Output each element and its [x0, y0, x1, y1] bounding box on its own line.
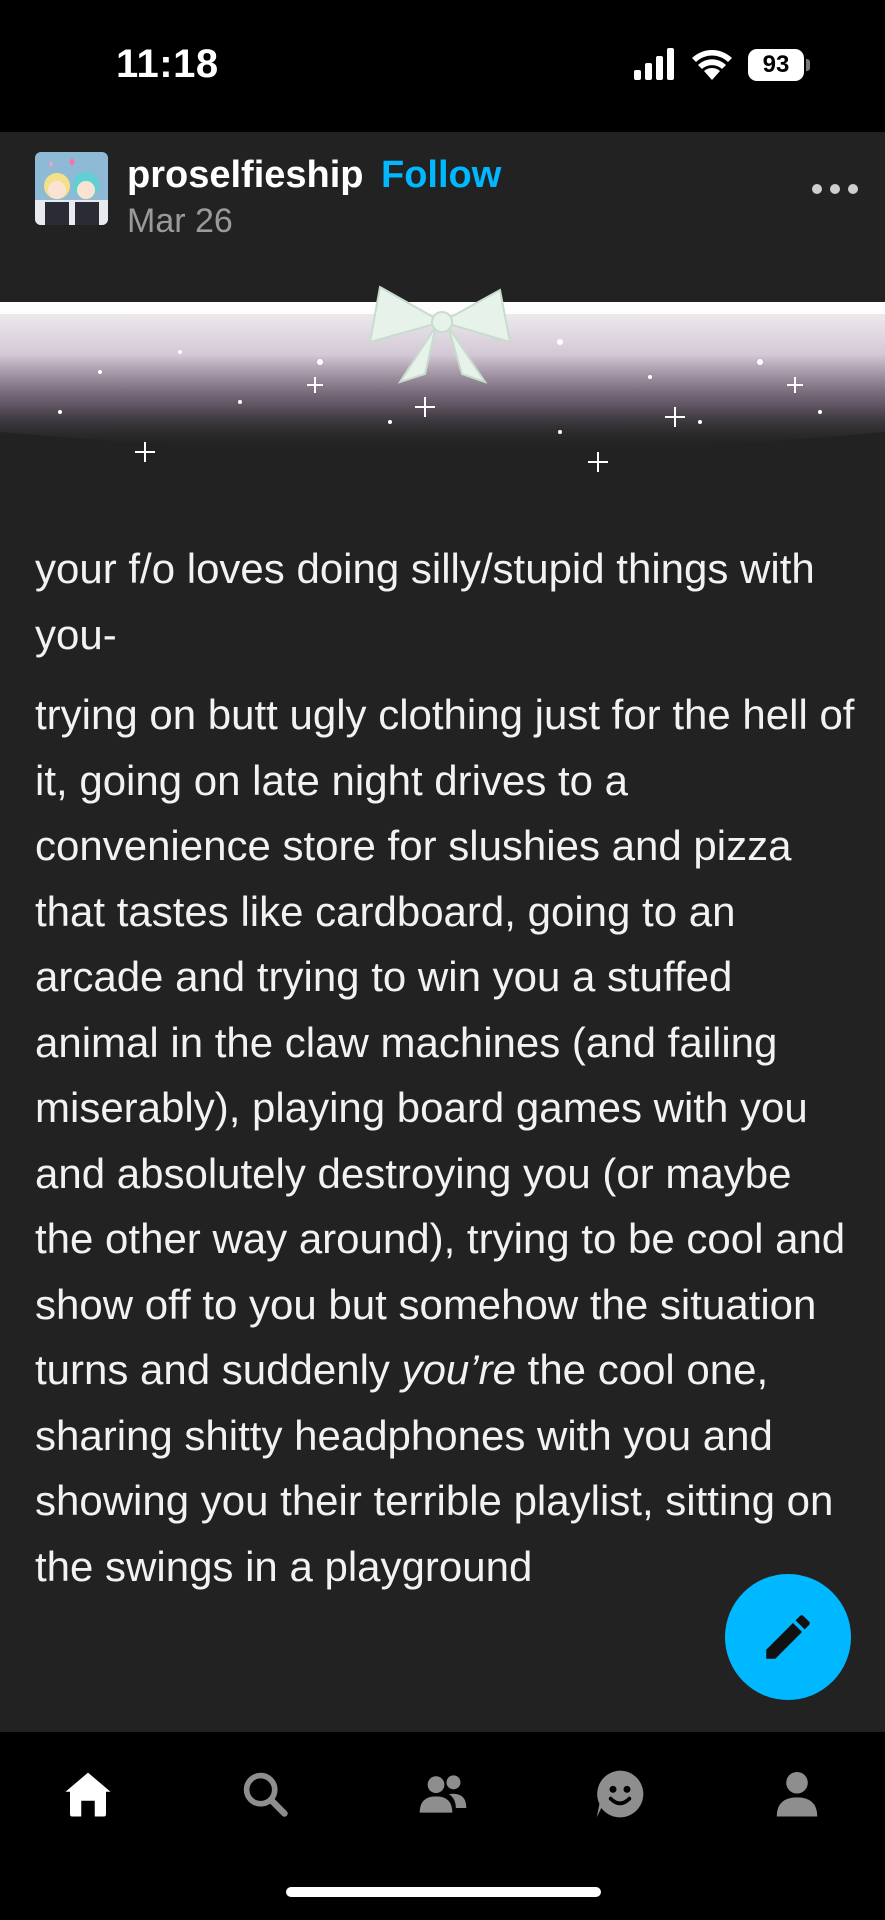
- profile-icon: [776, 1771, 818, 1817]
- avatar[interactable]: [35, 152, 108, 225]
- battery-indicator: 93: [748, 49, 804, 81]
- home-icon: [65, 1772, 111, 1817]
- avatar-image: [35, 152, 108, 225]
- compose-button[interactable]: [725, 1574, 851, 1700]
- search-icon: [243, 1772, 288, 1817]
- nav-search[interactable]: [235, 1764, 295, 1824]
- nav-activity[interactable]: [590, 1764, 650, 1824]
- nav-home[interactable]: [58, 1764, 118, 1824]
- activity-face-icon: [596, 1770, 644, 1818]
- pencil-icon: [766, 1615, 810, 1659]
- nav-communities[interactable]: [413, 1764, 473, 1824]
- wifi-icon: [692, 50, 732, 80]
- bow-sparkle-banner-image: [0, 282, 885, 492]
- post-card: proselfieship Follow Mar 26 your f/o lov…: [0, 132, 885, 1732]
- post-paragraph-intro: your f/o loves doing silly/stupid things…: [35, 545, 815, 658]
- people-icon: [419, 1775, 467, 1813]
- home-indicator[interactable]: [286, 1887, 601, 1897]
- post-paragraph-list: trying on butt ugly clothing just for th…: [35, 682, 855, 1599]
- post-username[interactable]: proselfieship: [127, 154, 364, 197]
- more-options-icon[interactable]: [812, 182, 858, 196]
- post-body: your f/o loves doing silly/stupid things…: [35, 536, 855, 1599]
- post-text-before-emphasis: trying on butt ugly clothing just for th…: [35, 691, 855, 1393]
- follow-button[interactable]: Follow: [381, 154, 501, 197]
- status-bar: 11:18 93: [0, 0, 885, 132]
- post-date: Mar 26: [127, 202, 233, 240]
- post-text-emphasis: you’re: [401, 1346, 516, 1393]
- battery-nub: [806, 59, 810, 71]
- status-time: 11:18: [116, 42, 219, 86]
- nav-profile[interactable]: [767, 1764, 827, 1824]
- signal-icon: [634, 48, 674, 80]
